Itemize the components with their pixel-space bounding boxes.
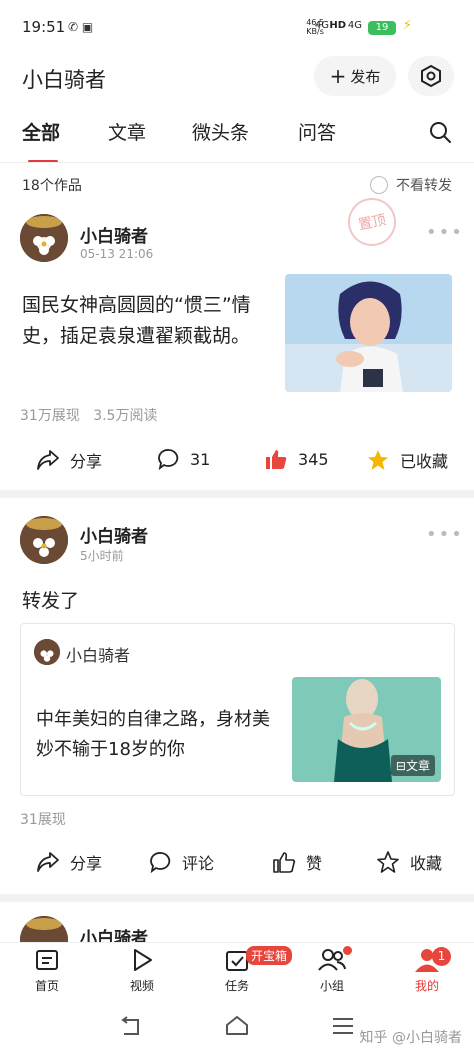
radio-icon [370,176,388,194]
notification-icons: ✆ ▣ [68,20,94,34]
signal-label-1: 4G [314,20,329,31]
back-icon[interactable] [118,1016,144,1038]
nav-groups[interactable]: 小组 [297,947,367,994]
like-button[interactable]: 赞 [272,850,322,874]
quoted-author[interactable]: 小白骑者 [66,642,130,666]
watermark: 知乎 @小白骑者 [359,1030,462,1046]
thumbnail-image [285,274,452,392]
views-count: 31万展现 [20,408,80,424]
avatar[interactable] [20,516,68,564]
more-icon[interactable]: ••• [426,524,464,545]
reads-count: 3.5万阅读 [93,408,158,424]
quoted-title[interactable]: 中年美妇的自律之路，身材美妙不输于18岁的你 [36,705,276,765]
quoted-thumbnail[interactable]: ⊟文章 [292,677,441,782]
signal-label-2: 4G [347,20,362,31]
like-label: 赞 [306,854,323,873]
comment-icon [158,449,179,470]
search-icon[interactable] [428,120,452,144]
article-badge: ⊟文章 [390,755,435,776]
share-icon [37,852,59,872]
share-button[interactable]: 分享 [36,850,102,874]
post-time: 5小时前 [80,549,124,563]
publish-label: 发布 [350,67,381,86]
share-button[interactable]: 分享 [36,448,102,472]
charging-icon: ⚡ [402,18,412,33]
home-nav-icon[interactable] [224,1014,250,1038]
collect-button[interactable]: 已收藏 [366,448,448,472]
author-name[interactable]: 小白骑者 [80,522,148,547]
quoted-avatar [34,639,60,665]
treasure-badge: 开宝箱 [246,946,293,965]
tab-all[interactable]: 全部 [22,118,60,145]
settings-icon [421,64,441,88]
share-label: 分享 [70,854,103,873]
notification-dot [343,946,352,955]
share-label: 分享 [70,452,103,471]
post-thumbnail[interactable] [285,274,452,392]
collect-label: 收藏 [410,854,443,873]
nav-video[interactable]: 视频 [107,947,177,994]
post-time: 05-13 21:06 [80,247,154,261]
more-icon[interactable]: ••• [426,222,464,243]
hide-reposts-label: 不看转发 [396,178,452,194]
comment-button[interactable]: 评论 [150,850,214,874]
star-icon [377,851,399,873]
avatar[interactable] [20,214,68,262]
settings-button[interactable] [408,56,454,96]
menu-icon[interactable] [332,1016,354,1036]
views-count: 31展现 [20,812,66,828]
comment-label: 评论 [182,854,215,873]
battery-icon: 19 [368,21,396,35]
pinned-stamp: 置顶 [343,193,401,251]
publish-button[interactable]: + 发布 [314,56,396,96]
separator [0,894,474,902]
comment-button[interactable]: 31 [158,448,210,470]
tab-articles[interactable]: 文章 [108,118,146,145]
plus-icon: + [329,64,347,88]
works-count: 18个作品 [22,178,82,194]
post-stats: 31万展现 3.5万阅读 [20,405,157,425]
thumbs-up-icon [273,852,296,873]
author-name[interactable]: 小白骑者 [80,222,148,247]
post-text[interactable]: 转发了 [22,586,79,613]
hide-reposts-toggle[interactable]: 不看转发 [370,175,452,195]
comment-icon [150,852,171,873]
status-time: 19:51 [22,18,66,36]
collect-button[interactable]: 收藏 [376,850,442,874]
tab-qa[interactable]: 问答 [298,118,336,145]
play-icon [134,949,152,971]
comment-count: 31 [190,449,211,469]
collect-label: 已收藏 [400,452,449,471]
message-count-badge: 1 [432,947,451,966]
home-icon [36,950,58,970]
bottom-nav: 首页 视频 任务 小组 我的 [0,942,474,1000]
thumbs-up-icon [266,450,287,469]
avatar-image [20,516,68,564]
star-icon [368,450,388,470]
avatar-image [20,214,68,262]
tab-micro-posts[interactable]: 微头条 [192,118,249,145]
nav-home[interactable]: 首页 [12,947,82,994]
tab-bar: 全部 文章 微头条 问答 [0,118,474,163]
post-title[interactable]: 国民女神高圆圆的“惯三”情史，插足袁泉遭翟颖截胡。 [22,290,272,352]
separator [0,490,474,498]
divider [0,162,474,163]
page-title: 小白骑者 [22,68,106,92]
nav-profile[interactable]: 我的 [392,947,462,994]
status-bar: 19:51 ✆ ▣ 46.5KB/s HD 4G 4G ≋ 19 ⚡ [0,0,474,56]
hd-icon: HD [329,20,346,31]
like-count: 345 [298,449,329,469]
share-icon [37,450,59,470]
like-button[interactable]: 345 [264,448,329,470]
avatar-image [34,639,60,665]
